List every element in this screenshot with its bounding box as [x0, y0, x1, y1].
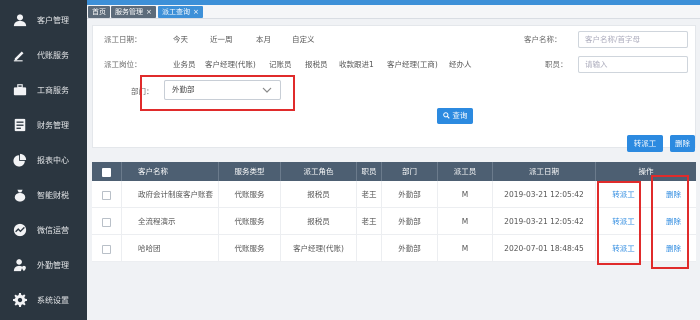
tab-dispatch-query[interactable]: 派工查询 ×: [158, 6, 203, 18]
pie-chart-icon: [13, 153, 27, 167]
cell-staff: 老王: [357, 208, 382, 235]
sidebar-item-label: 客户管理: [37, 15, 69, 25]
sidebar-item-customers[interactable]: 客户管理: [0, 5, 87, 35]
wave-icon: [13, 223, 27, 237]
cell-dept: 外勤部: [382, 181, 438, 208]
transfer-dispatch-button[interactable]: 转派工: [627, 135, 663, 152]
sidebar-item-label: 微信运营: [37, 225, 69, 235]
customer-name-label: 客户名称：: [524, 35, 562, 44]
cell-dispatcher: M: [438, 181, 493, 208]
close-icon[interactable]: ×: [146, 8, 152, 16]
query-button[interactable]: 查询: [437, 108, 474, 124]
sidebar-item-registration[interactable]: 工商服务: [0, 75, 87, 105]
role-option[interactable]: 报税员: [305, 59, 328, 70]
row-select-cell: [92, 235, 122, 262]
tab-label: 派工查询: [162, 8, 190, 16]
cell-service: 代账服务: [219, 181, 281, 208]
date-filter-label: 派工日期：: [104, 35, 142, 44]
close-icon[interactable]: ×: [193, 8, 199, 16]
highlight-delete-column: [651, 175, 689, 269]
delete-button[interactable]: 删除: [670, 135, 695, 152]
highlight-dept-select: [140, 75, 295, 111]
date-option-custom[interactable]: 自定义: [292, 34, 315, 45]
sidebar-item-label: 财务管理: [37, 120, 69, 130]
sidebar-item-label: 代账服务: [37, 50, 69, 60]
cell-service: 代账服务: [219, 235, 281, 262]
cell-customer: 全流程演示: [122, 208, 219, 235]
header-role: 派工角色: [281, 162, 357, 181]
sidebar-item-settings[interactable]: 系统设置: [0, 285, 87, 315]
sidebar-item-field[interactable]: 外勤管理: [0, 250, 87, 280]
select-all-checkbox[interactable]: [102, 167, 111, 177]
cell-role: 客户经理(代账): [281, 235, 357, 262]
role-filter-label: 派工岗位：: [104, 60, 142, 69]
row-checkbox[interactable]: [102, 244, 111, 254]
table-header: 客户名称 服务类型 派工角色 职员 部门 派工员 派工日期 操作: [92, 162, 696, 181]
row-select-cell: [92, 181, 122, 208]
role-option[interactable]: 业务员: [173, 59, 196, 70]
date-option-today[interactable]: 今天: [173, 34, 188, 45]
header-date: 派工日期: [493, 162, 596, 181]
sidebar-item-label: 工商服务: [37, 85, 69, 95]
cell-customer: 哈哈团: [122, 235, 219, 262]
cell-role: 报税员: [281, 208, 357, 235]
cell-dept: 外勤部: [382, 235, 438, 262]
sidebar-item-label: 报表中心: [37, 155, 69, 165]
cell-dispatcher: M: [438, 235, 493, 262]
staff-input[interactable]: 请输入: [578, 56, 688, 73]
staff-label: 职员：: [545, 60, 568, 69]
header-service: 服务类型: [219, 162, 281, 181]
row-checkbox[interactable]: [102, 217, 111, 227]
sidebar-item-reports[interactable]: 报表中心: [0, 145, 87, 175]
customer-name-input[interactable]: 客户名称/首字母: [578, 31, 688, 48]
date-option-week[interactable]: 近一周: [210, 34, 233, 45]
header-staff: 职员: [357, 162, 382, 181]
cell-customer: 政府会计制度客户账套: [122, 181, 219, 208]
cell-staff: [357, 235, 382, 262]
cell-staff: 老王: [357, 181, 382, 208]
header-dispatcher: 派工员: [438, 162, 493, 181]
row-checkbox[interactable]: [102, 190, 111, 200]
query-button-label: 查询: [452, 111, 468, 120]
cell-date: 2019-03-21 12:05:42: [493, 208, 596, 235]
cell-dispatcher: M: [438, 208, 493, 235]
role-option[interactable]: 记账员: [269, 59, 292, 70]
search-icon: [443, 112, 450, 119]
role-option[interactable]: 收款跟进1: [339, 59, 374, 70]
sidebar-item-wechat[interactable]: 微信运营: [0, 215, 87, 245]
sidebar: 客户管理 代账服务 工商服务 财务管理 报表中心 智能财税 微信运营 外勤管理 …: [0, 0, 87, 320]
cell-date: 2020-07-01 18:48:45: [493, 235, 596, 262]
cell-dept: 外勤部: [382, 208, 438, 235]
sidebar-item-label: 外勤管理: [37, 260, 69, 270]
row-select-cell: [92, 208, 122, 235]
date-option-month[interactable]: 本月: [256, 34, 271, 45]
cell-role: 报税员: [281, 181, 357, 208]
money-bag-icon: [13, 188, 27, 202]
sidebar-item-label: 系统设置: [37, 295, 69, 305]
sidebar-item-finance[interactable]: 财务管理: [0, 110, 87, 140]
header-dept: 部门: [382, 162, 438, 181]
pen-icon: [13, 48, 27, 62]
cell-service: 代账服务: [219, 208, 281, 235]
sidebar-item-smart-tax[interactable]: 智能财税: [0, 180, 87, 210]
tab-home[interactable]: 首页: [88, 6, 110, 18]
select-all-cell: [92, 162, 122, 181]
sidebar-item-label: 智能财税: [37, 190, 69, 200]
person-pin-icon: [13, 258, 27, 272]
tab-label: 服务管理: [115, 8, 143, 16]
cell-date: 2019-03-21 12:05:42: [493, 181, 596, 208]
user-icon: [13, 13, 27, 27]
ledger-icon: [13, 118, 27, 132]
gear-icon: [13, 293, 27, 307]
role-option[interactable]: 客户经理(代账): [205, 59, 256, 70]
role-option[interactable]: 经办人: [449, 59, 472, 70]
header-customer: 客户名称: [122, 162, 219, 181]
briefcase-icon: [13, 83, 27, 97]
tab-bar: 首页 服务管理 × 派工查询 ×: [87, 5, 700, 19]
role-option[interactable]: 客户经理(工商): [387, 59, 438, 70]
main-content: 派工日期： 今天 近一周 本月 自定义 客户名称： 客户名称/首字母 派工岗位：…: [90, 20, 698, 320]
sidebar-item-bookkeeping[interactable]: 代账服务: [0, 40, 87, 70]
highlight-transfer-column: [597, 181, 641, 265]
tab-service-management[interactable]: 服务管理 ×: [111, 6, 156, 18]
